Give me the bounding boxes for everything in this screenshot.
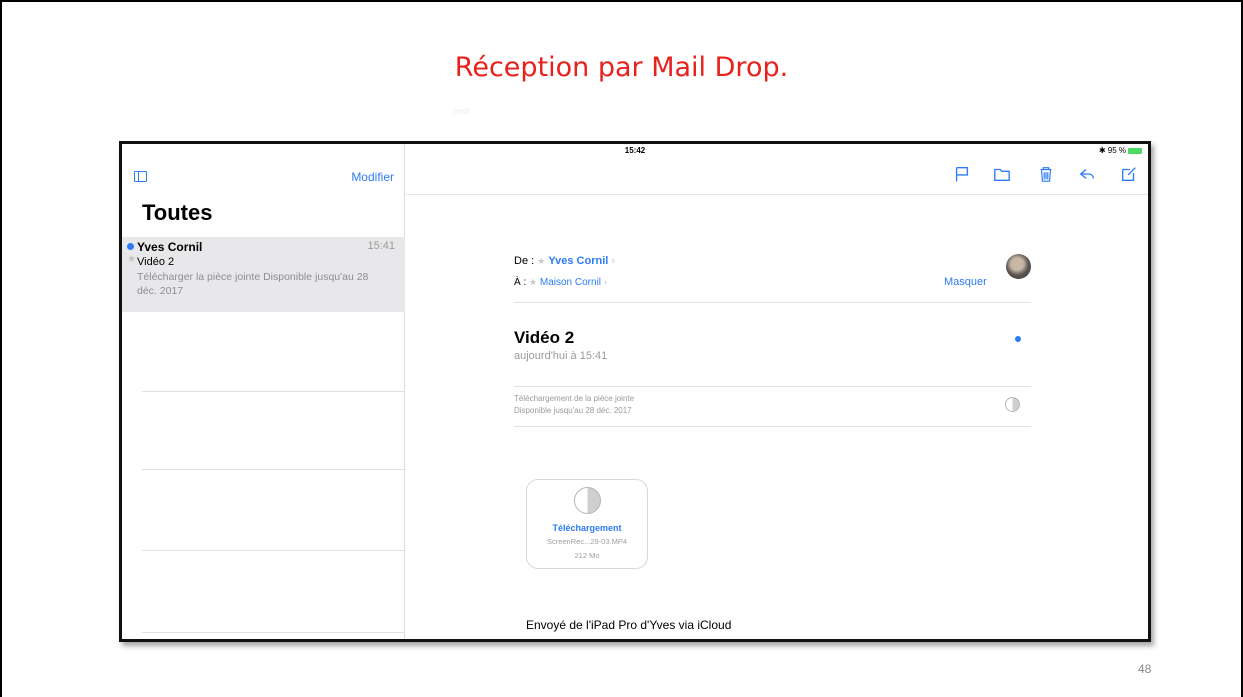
avatar[interactable] [1006,254,1031,279]
hide-details-button[interactable]: Masquer [944,276,987,288]
watermark: iosfr [454,106,472,116]
chevron-right-icon: › [603,277,608,288]
list-divider [142,469,405,470]
message-subject: Vidéo 2 [137,256,175,268]
vip-star-icon: ★ [537,256,546,266]
slide-title: Réception par Mail Drop. [454,52,789,83]
message-sender: Yves Cornil [137,240,203,254]
chevron-right-icon: › [611,255,616,267]
battery-status: ✱ 95 % [1099,146,1142,155]
download-availability: Disponible jusqu'au 28 déc. 2017 [514,406,632,415]
vip-star-icon: ★ [127,254,136,265]
flag-icon[interactable] [951,165,973,187]
trash-icon[interactable] [1035,165,1057,187]
download-title: Téléchargement de la pièce jointe [514,394,635,403]
unread-dot-icon[interactable] [1015,336,1021,342]
subject-divider [514,386,1031,387]
unread-dot-icon [127,243,134,250]
toolbar-divider [406,194,1148,195]
slide-number: 48 [1138,662,1152,676]
to-label: À : [514,277,527,288]
message-title: Vidéo 2 [514,328,575,347]
list-divider [142,391,405,392]
sender-link[interactable]: Yves Cornil [548,255,608,267]
folder-icon[interactable] [991,165,1013,187]
recipient-link[interactable]: Maison Cornil [540,277,601,288]
edit-button[interactable]: Modifier [351,170,394,184]
from-row: De : ★ Yves Cornil › [514,255,615,267]
message-date: aujourd'hui à 15:41 [514,350,608,362]
email-signature: Envoyé de l'iPad Pro d'Yves via iCloud [526,618,732,632]
list-divider [142,632,405,633]
attachment-progress-icon [574,487,601,514]
download-divider [514,426,1031,427]
vip-star-icon: ★ [529,277,538,287]
message-time: 15:41 [367,240,395,252]
list-divider [142,550,405,551]
to-row: À : ★ Maison Cornil › [514,277,607,288]
message-list-item[interactable]: Yves Cornil 15:41 ★ Vidéo 2 Télécharger … [122,237,405,312]
battery-icon [1128,147,1142,154]
attachment-size: 212 Mo [574,551,600,560]
header-divider [514,302,1031,303]
sidebar-toggle-icon[interactable] [134,171,147,182]
mailbox-title: Toutes [142,200,213,225]
attachment-card[interactable]: Téléchargement ScreenRec...29-03.MP4 212… [526,479,648,569]
download-progress-icon[interactable] [1005,397,1020,412]
attachment-status: Téléchargement [552,523,622,533]
reply-icon[interactable] [1076,165,1098,187]
message-preview: Télécharger la pièce jointe Disponible j… [137,271,369,297]
ipad-screenshot: iPad ≋ 15:42 ✱ 95 % Modifier Toutes Yves… [119,141,1151,642]
mailbox-sidebar: Modifier Toutes Yves Cornil 15:41 ★ Vidé… [122,144,405,639]
compose-icon[interactable] [1118,165,1140,187]
attachment-filename: ScreenRec...29-03.MP4 [546,537,628,546]
from-label: De : [514,255,535,267]
